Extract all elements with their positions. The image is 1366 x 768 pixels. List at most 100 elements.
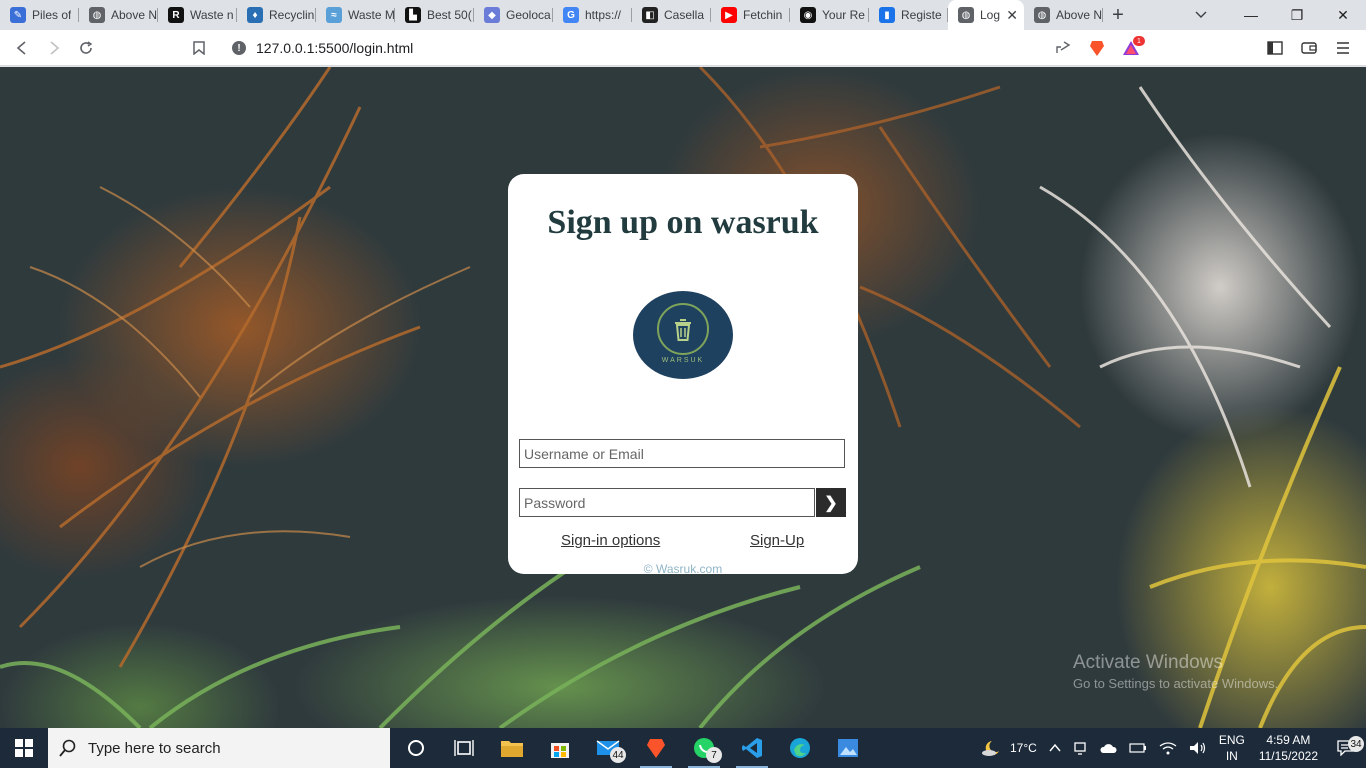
watermark-line2: Go to Settings to activate Windows. — [1073, 676, 1279, 691]
system-tray: 17°C ENG IN 4:59 AM 11/15/2022 34 — [974, 728, 1366, 768]
menu-button[interactable] — [1326, 31, 1360, 65]
bookmark-icon — [193, 41, 205, 55]
windows-taskbar: Type here to search 44 7 17°C ENG IN 4:5… — [0, 728, 1366, 768]
tab-favicon-icon: ◍ — [1034, 7, 1050, 23]
sidebar-icon — [1267, 41, 1283, 55]
brave-shields-button[interactable] — [1080, 31, 1114, 65]
browser-tab[interactable]: ◧ Casella — [632, 0, 711, 30]
tab-strip: ✎ Piles of ◍ Above N R Waste n ♦ Recyclin ≈ Waste… — [0, 0, 1366, 30]
sidebar-button[interactable] — [1258, 31, 1292, 65]
login-card: Sign up on wasruk WARSUK ❯ Sign-in optio… — [508, 174, 858, 576]
new-tab-button[interactable]: + — [1103, 0, 1133, 30]
task-view-icon — [454, 740, 474, 756]
language-indicator[interactable]: ENG IN — [1213, 732, 1251, 764]
start-button[interactable] — [0, 728, 48, 768]
browser-tab[interactable]: ◍ Above N — [79, 0, 158, 30]
back-arrow-icon — [16, 40, 26, 55]
battery-button[interactable] — [1123, 742, 1153, 754]
sign-up-link[interactable]: Sign-Up — [750, 532, 804, 549]
sign-in-options-link[interactable]: Sign-in options — [561, 532, 660, 549]
edge-icon — [790, 738, 810, 758]
tab-label: Above N — [1056, 8, 1103, 22]
bookmark-button[interactable] — [183, 32, 215, 64]
whatsapp-app[interactable]: 7 — [680, 728, 728, 768]
password-field[interactable] — [519, 488, 815, 517]
taskbar-search-box[interactable]: Type here to search — [48, 728, 390, 768]
clock-time: 4:59 AM — [1266, 733, 1311, 747]
tab-label: Recyclin — [269, 8, 315, 22]
clock[interactable]: 4:59 AM 11/15/2022 — [1251, 732, 1326, 764]
browser-tab[interactable]: ✎ Piles of — [0, 0, 79, 30]
browser-tab[interactable]: ◉ Your Re — [790, 0, 869, 30]
logo-text: WARSUK — [661, 357, 705, 364]
wallet-button[interactable] — [1292, 31, 1326, 65]
window-controls: — ❐ ✕ — [1228, 0, 1366, 30]
network-button[interactable] — [1153, 741, 1183, 755]
browser-tab[interactable]: Ghttps:// — [553, 0, 632, 30]
browser-tab[interactable]: ▮ Registe — [869, 0, 948, 30]
brave-rewards-button[interactable]: 1 — [1114, 31, 1148, 65]
browser-tab[interactable]: ≈ Waste M — [316, 0, 395, 30]
close-window-button[interactable]: ✕ — [1320, 0, 1366, 30]
wasruk-logo: WARSUK — [633, 291, 733, 379]
back-button[interactable] — [6, 32, 38, 64]
share-button[interactable] — [1046, 31, 1080, 65]
photos-app[interactable] — [824, 728, 872, 768]
submit-button[interactable]: ❯ — [816, 488, 846, 517]
edge-browser-app[interactable] — [776, 728, 824, 768]
browser-tab[interactable]: ◍ Log ✕ — [948, 0, 1024, 30]
browser-tab[interactable]: ◍ Above N — [1024, 0, 1103, 30]
notification-center-button[interactable]: 34 — [1326, 736, 1366, 756]
cortana-button[interactable] — [392, 728, 440, 768]
reload-button[interactable] — [70, 32, 102, 64]
brave-lion-icon — [647, 739, 665, 758]
onedrive-button[interactable] — [1093, 742, 1123, 754]
restore-button[interactable]: ❐ — [1274, 0, 1320, 30]
vscode-app[interactable] — [728, 728, 776, 768]
meet-now-button[interactable] — [1067, 741, 1093, 755]
browser-tab[interactable]: ▶ Fetchin — [711, 0, 790, 30]
file-explorer-app[interactable] — [488, 728, 536, 768]
tab-label: https:// — [585, 8, 622, 22]
clock-date: 11/15/2022 — [1258, 749, 1318, 763]
rewards-badge: 1 — [1133, 36, 1145, 46]
username-field[interactable] — [519, 439, 845, 468]
show-hidden-icons-button[interactable] — [1043, 743, 1067, 753]
forward-button[interactable] — [38, 32, 70, 64]
tab-favicon-icon: ◉ — [800, 7, 816, 23]
browser-tab[interactable]: R Waste n — [158, 0, 237, 30]
moon-cloud-icon — [982, 741, 999, 756]
address-bar[interactable]: ! 127.0.0.1:5500/login.html — [222, 33, 1072, 63]
tab-search-chevron-icon[interactable] — [1186, 0, 1216, 30]
volume-button[interactable] — [1183, 741, 1213, 755]
activate-windows-watermark: Activate Windows Go to Settings to activ… — [1073, 652, 1278, 691]
browser-tab[interactable]: ▙ Best 50( — [395, 0, 474, 30]
tab-label: Registe — [901, 8, 942, 22]
watermark-line1: Activate Windows — [1073, 652, 1223, 673]
browser-tab[interactable]: ◆ Geoloca — [474, 0, 553, 30]
weather-widget[interactable]: 17°C — [974, 739, 1043, 757]
photos-icon — [838, 739, 858, 757]
tab-favicon-icon: R — [168, 7, 184, 23]
tab-favicon-icon: ▙ — [405, 7, 421, 23]
tab-label: Fetchin — [743, 8, 783, 22]
copyright-text: © Wasruk.com — [643, 562, 723, 576]
chevron-up-icon — [1049, 743, 1061, 752]
site-info-icon[interactable]: ! — [232, 41, 246, 55]
brave-browser-app[interactable] — [632, 728, 680, 768]
logo-ring — [657, 303, 709, 355]
browser-tab[interactable]: ♦ Recyclin — [237, 0, 316, 30]
tab-favicon-icon: ✎ — [10, 7, 26, 23]
task-view-button[interactable] — [440, 728, 488, 768]
tab-close-icon[interactable]: ✕ — [1006, 7, 1018, 23]
tab-label: Best 50( — [427, 8, 472, 22]
tab-favicon-icon: ▶ — [721, 7, 737, 23]
tab-favicon-icon: ◍ — [89, 7, 105, 23]
microsoft-store-app[interactable] — [536, 728, 584, 768]
minimize-button[interactable]: — — [1228, 0, 1274, 30]
page-title: Sign up on wasruk — [547, 204, 819, 241]
mail-app[interactable]: 44 — [584, 728, 632, 768]
tab-label: Above N — [111, 8, 158, 22]
tab-favicon-icon: ≈ — [326, 7, 342, 23]
wallet-icon — [1301, 42, 1317, 54]
